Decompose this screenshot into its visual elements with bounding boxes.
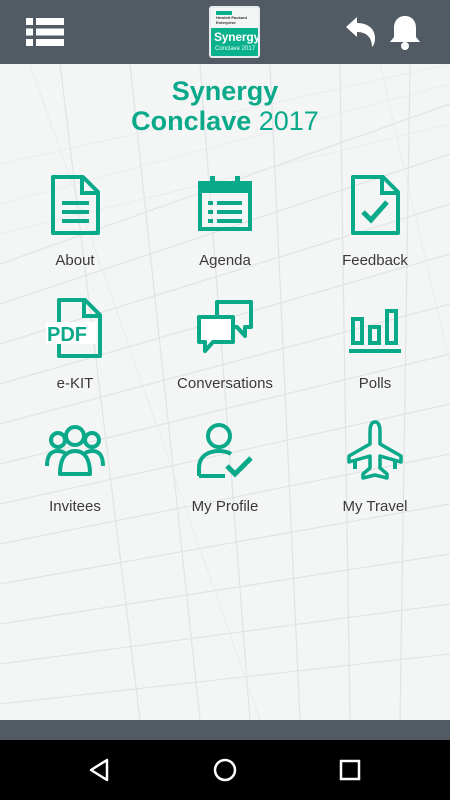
triangle-back-icon <box>89 758 109 782</box>
tile-label: Conversations <box>177 375 273 392</box>
nav-home-button[interactable] <box>211 756 239 784</box>
tile-about[interactable]: About <box>0 174 150 294</box>
tile-invitees[interactable]: Invitees <box>0 420 150 540</box>
tile-my-travel[interactable]: My Travel <box>300 420 450 540</box>
home-screen: Synergy Conclave 2017 About Agenda Feedb… <box>0 64 450 720</box>
top-app-bar: Hewlett Packard Enterprise Synergy Concl… <box>0 0 450 64</box>
chat-bubbles-icon <box>197 300 253 353</box>
event-logo: Hewlett Packard Enterprise Synergy Concl… <box>209 6 260 58</box>
tile-conversations[interactable]: Conversations <box>150 297 300 417</box>
tile-label: Agenda <box>199 252 251 269</box>
bottom-app-bar <box>0 720 450 740</box>
document-icon <box>51 175 100 235</box>
hamburger-list-icon <box>26 18 64 46</box>
logo-subtitle: Conclave 2017 <box>215 46 256 52</box>
logo-title: Synergy <box>214 30 260 44</box>
bar-chart-icon <box>349 309 401 353</box>
tile-label: Feedback <box>342 252 408 269</box>
circle-home-icon <box>213 758 237 782</box>
tile-polls[interactable]: Polls <box>300 297 450 417</box>
tile-label: Polls <box>358 375 392 392</box>
menu-button[interactable] <box>22 14 68 50</box>
svg-text:PDF: PDF <box>47 324 87 346</box>
back-button[interactable] <box>341 14 379 50</box>
group-people-icon <box>45 425 105 476</box>
document-check-icon <box>351 175 400 235</box>
tile-label: About <box>55 252 95 269</box>
system-navigation-bar <box>0 740 450 800</box>
airplane-icon <box>347 420 403 480</box>
nav-back-button[interactable] <box>86 756 114 784</box>
user-check-icon <box>197 423 253 478</box>
square-recents-icon <box>339 759 361 781</box>
tile-label: Invitees <box>49 498 101 515</box>
tile-feedback[interactable]: Feedback <box>300 174 450 294</box>
tile-label: My Profile <box>191 498 259 515</box>
tile-label: e-KIT <box>56 375 94 392</box>
tile-label: My Travel <box>342 498 408 515</box>
tile-my-profile[interactable]: My Profile <box>150 420 300 540</box>
pdf-file-icon: PDF <box>46 298 102 358</box>
event-title: Synergy Conclave 2017 <box>131 76 319 136</box>
undo-arrow-icon <box>346 17 375 47</box>
bell-icon <box>390 16 420 50</box>
notifications-button[interactable] <box>388 13 422 51</box>
tile-agenda[interactable]: Agenda <box>150 174 300 294</box>
logo-brand-text: Hewlett Packard Enterprise <box>216 15 247 25</box>
calendar-list-icon <box>198 176 252 231</box>
nav-recents-button[interactable] <box>336 756 364 784</box>
tile-ekit[interactable]: PDF e-KIT <box>0 297 150 417</box>
